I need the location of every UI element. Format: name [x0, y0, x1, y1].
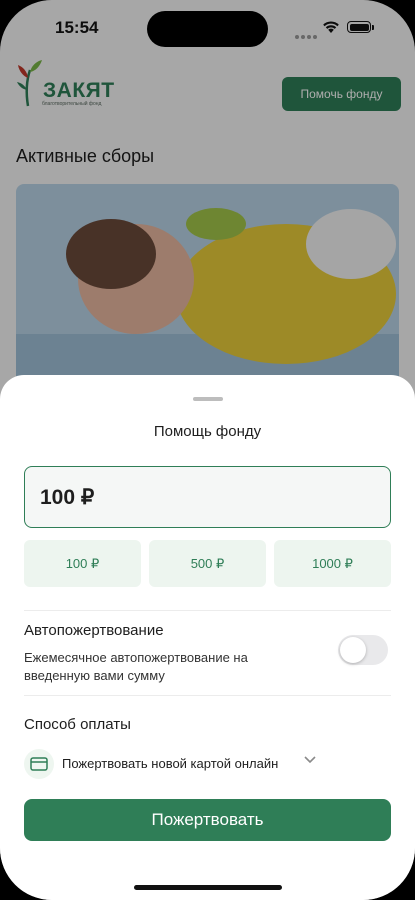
preset-amount-100[interactable]: 100 ₽ [24, 540, 141, 587]
preset-amount-500[interactable]: 500 ₽ [149, 540, 266, 587]
amount-input[interactable]: 100 ₽ [24, 466, 391, 528]
donate-button[interactable]: Пожертвовать [24, 799, 391, 841]
phone-screen: 15:54 ЗАКЯТ благотворительный фонд Помоч… [0, 0, 415, 900]
toggle-knob [340, 637, 366, 663]
amount-value: 100 ₽ [40, 486, 95, 509]
payment-method-label: Пожертвовать новой картой онлайн [62, 756, 279, 771]
payment-method-selector[interactable]: Пожертвовать новой картой онлайн [24, 747, 324, 781]
preset-amounts: 100 ₽ 500 ₽ 1000 ₽ [24, 540, 391, 587]
auto-donation-description: Ежемесячное автопожертвование на введенн… [24, 650, 248, 683]
divider [24, 695, 391, 696]
sheet-title: Помощь фонду [153, 423, 262, 440]
payment-method-title: Способ оплаты [24, 716, 131, 733]
auto-donation-title: Автопожертвование [24, 622, 164, 639]
donation-bottom-sheet: Помощь фонду 100 ₽ 100 ₽ 500 ₽ 1000 ₽ Ав… [0, 375, 415, 900]
preset-amount-1000[interactable]: 1000 ₽ [274, 540, 391, 587]
home-indicator [134, 885, 282, 890]
sheet-grabber[interactable] [193, 397, 223, 401]
credit-card-icon [24, 749, 54, 779]
auto-donation-toggle[interactable] [338, 635, 388, 665]
divider [24, 610, 391, 611]
chevron-down-icon [304, 756, 316, 764]
